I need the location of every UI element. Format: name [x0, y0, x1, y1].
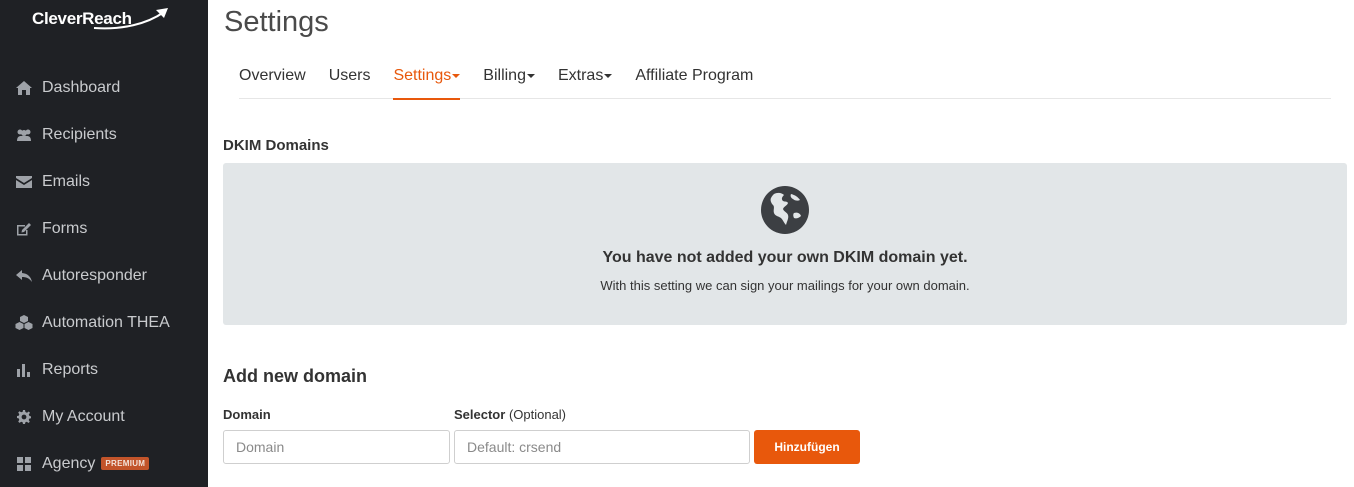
sidebar-item-label: Forms — [42, 219, 88, 237]
domain-label: Domain — [223, 407, 271, 422]
selector-label: Selector (Optional) — [454, 407, 566, 422]
tab-settings[interactable]: Settings — [393, 60, 461, 100]
users-icon — [14, 127, 34, 143]
caret-down-icon — [604, 73, 613, 78]
home-icon — [14, 80, 34, 96]
sidebar-item-forms[interactable]: Forms — [0, 205, 208, 252]
sidebar-item-automation-thea[interactable]: Automation THEA — [0, 299, 208, 346]
selector-input[interactable] — [454, 430, 750, 464]
sidebar-item-label: Reports — [42, 360, 99, 378]
add-domain-title: Add new domain — [223, 366, 367, 386]
tab-billing[interactable]: Billing — [483, 60, 535, 99]
sidebar-item-label: Emails — [42, 172, 91, 190]
sidebar-item-autoresponder[interactable]: Autoresponder — [0, 252, 208, 299]
tab-label: Billing — [483, 67, 526, 84]
grid-icon — [14, 456, 34, 472]
brand-logo[interactable]: CleverReach — [32, 4, 168, 34]
sidebar-item-label: My Account — [42, 407, 125, 425]
sidebar-item-reports[interactable]: Reports — [0, 346, 208, 393]
sidebar-item-dashboard[interactable]: Dashboard — [0, 64, 208, 111]
reply-icon — [14, 268, 34, 284]
domain-input[interactable] — [223, 430, 450, 464]
settings-tabs: Overview Users Settings Billing Extras A… — [239, 60, 1331, 100]
tab-label: Affiliate Program — [635, 67, 754, 84]
sidebar-item-recipients[interactable]: Recipients — [0, 111, 208, 158]
tab-users[interactable]: Users — [329, 60, 371, 99]
caret-down-icon — [526, 73, 535, 78]
envelope-icon — [14, 174, 34, 190]
tab-extras[interactable]: Extras — [557, 60, 613, 99]
tab-affiliate-program[interactable]: Affiliate Program — [635, 60, 753, 99]
globe-icon — [761, 186, 809, 234]
premium-badge: PREMIUM — [101, 457, 150, 470]
sidebar-item-label: Automation THEA — [42, 313, 170, 331]
sidebar-item-emails[interactable]: Emails — [0, 158, 208, 205]
sidebar-item-label: Agency — [42, 454, 96, 472]
tab-label: Users — [328, 67, 371, 84]
edit-icon — [14, 221, 34, 237]
sidebar-item-label: Dashboard — [42, 78, 121, 96]
sidebar-item-my-account[interactable]: My Account — [0, 393, 208, 440]
sidebar: CleverReach Dashboard Recipients Emails — [0, 0, 208, 487]
empty-state-title: You have not added your own DKIM domain … — [602, 249, 968, 266]
tab-label: Extras — [557, 67, 604, 84]
sidebar-item-label: Autoresponder — [42, 266, 147, 284]
add-domain-button[interactable]: Hinzufügen — [754, 430, 860, 464]
bar-chart-icon — [14, 362, 34, 378]
cubes-icon — [14, 314, 34, 331]
selector-optional-hint: (Optional) — [508, 407, 567, 422]
swoosh-icon — [93, 8, 168, 30]
tab-overview[interactable]: Overview — [239, 60, 306, 99]
dkim-section-title: DKIM Domains — [223, 137, 329, 154]
selector-label-text: Selector — [454, 407, 506, 422]
domain-label-text: Domain — [223, 407, 271, 422]
tab-label: Settings — [393, 67, 452, 84]
dkim-empty-state: You have not added your own DKIM domain … — [223, 163, 1347, 325]
sidebar-nav: Dashboard Recipients Emails Forms Autore… — [0, 64, 208, 487]
page-title: Settings — [224, 6, 329, 38]
tab-label: Overview — [239, 67, 306, 84]
gear-icon — [14, 409, 34, 425]
sidebar-item-agency[interactable]: Agency PREMIUM — [0, 440, 208, 487]
main-content: Settings Overview Users Settings Billing… — [208, 0, 1354, 487]
sidebar-item-label: Recipients — [42, 125, 117, 143]
caret-down-icon — [452, 73, 461, 78]
empty-state-subtitle: With this setting we can sign your maili… — [600, 278, 970, 293]
